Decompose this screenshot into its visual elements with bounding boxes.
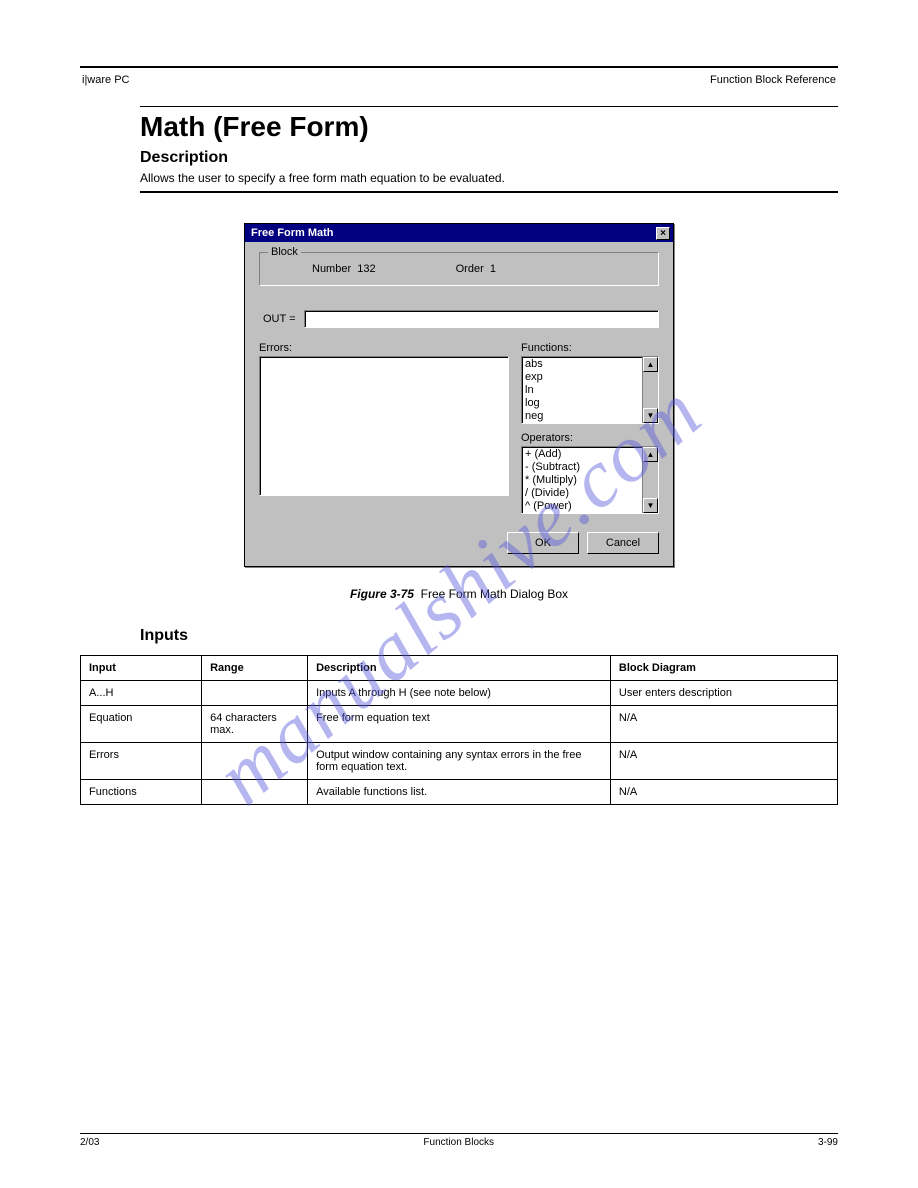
list-item[interactable]: ln	[525, 384, 639, 397]
list-item[interactable]: abs	[525, 358, 639, 371]
block-legend: Block	[268, 246, 301, 258]
operators-listbox[interactable]: + (Add) - (Subtract) * (Multiply) / (Div…	[521, 446, 659, 514]
footer-left: 2/03	[80, 1137, 99, 1148]
subtitle: Description	[140, 149, 838, 167]
scroll-up-icon[interactable]: ▲	[643, 447, 658, 462]
header-row: i|ware PC Function Block Reference	[80, 74, 838, 86]
table-header-row: Input Range Description Block Diagram	[81, 656, 838, 681]
dialog-title: Free Form Math	[251, 227, 334, 239]
functions-listbox[interactable]: abs exp ln log neg ▲ ▼	[521, 356, 659, 424]
errors-label: Errors:	[259, 342, 509, 354]
list-item[interactable]: - (Subtract)	[525, 461, 639, 474]
list-item[interactable]: neg	[525, 410, 639, 423]
description: Allows the user to specify a free form m…	[140, 171, 838, 185]
footer-right: 3-99	[818, 1137, 838, 1148]
header-right: Function Block Reference	[710, 74, 836, 86]
operators-scrollbar[interactable]: ▲ ▼	[642, 447, 658, 513]
section-inputs: Inputs	[140, 627, 838, 645]
th-desc: Description	[308, 656, 611, 681]
list-item[interactable]: ^ (Power)	[525, 500, 639, 513]
scroll-down-icon[interactable]: ▼	[643, 408, 658, 423]
desc-rule	[140, 191, 838, 193]
dialog-free-form-math: Free Form Math × Block Number 132 Order …	[244, 223, 674, 567]
table-row: Functions Available functions list. N/A	[81, 780, 838, 805]
th-input: Input	[81, 656, 202, 681]
out-input[interactable]	[304, 310, 659, 328]
scroll-up-icon[interactable]: ▲	[643, 357, 658, 372]
functions-label: Functions:	[521, 342, 659, 354]
list-item[interactable]: + (Add)	[525, 448, 639, 461]
functions-scrollbar[interactable]: ▲ ▼	[642, 357, 658, 423]
footer-center: Function Blocks	[423, 1137, 494, 1148]
page-title: Math (Free Form)	[140, 111, 838, 143]
footer: 2/03 Function Blocks 3-99	[80, 1133, 838, 1148]
functions-content: abs exp ln log neg	[522, 357, 642, 423]
th-range: Range	[202, 656, 308, 681]
header-left: i|ware PC	[82, 74, 129, 86]
table-row: A...H Inputs A through H (see note below…	[81, 681, 838, 706]
table-row: Errors Output window containing any synt…	[81, 743, 838, 780]
title-rule	[140, 106, 838, 107]
titlebar[interactable]: Free Form Math ×	[245, 224, 673, 242]
list-item[interactable]: / (Divide)	[525, 487, 639, 500]
number-label: Number 132	[312, 263, 376, 275]
figure-caption: Figure 3-75 Free Form Math Dialog Box	[80, 587, 838, 601]
block-fieldset: Block Number 132 Order 1	[259, 252, 659, 286]
close-icon[interactable]: ×	[656, 227, 670, 240]
operators-content: + (Add) - (Subtract) * (Multiply) / (Div…	[522, 447, 642, 513]
table-row: Equation 64 characters max. Free form eq…	[81, 706, 838, 743]
operators-label: Operators:	[521, 432, 659, 444]
scroll-down-icon[interactable]: ▼	[643, 498, 658, 513]
list-item[interactable]: log	[525, 397, 639, 410]
header-rule-top	[80, 66, 838, 68]
ok-button[interactable]: OK	[507, 532, 579, 554]
out-label: OUT =	[263, 313, 296, 325]
cancel-button[interactable]: Cancel	[587, 532, 659, 554]
th-block: Block Diagram	[610, 656, 837, 681]
list-item[interactable]: * (Multiply)	[525, 474, 639, 487]
list-item[interactable]: exp	[525, 371, 639, 384]
errors-listbox[interactable]	[259, 356, 509, 496]
inputs-table: Input Range Description Block Diagram A.…	[80, 655, 838, 805]
order-label: Order 1	[456, 263, 496, 275]
